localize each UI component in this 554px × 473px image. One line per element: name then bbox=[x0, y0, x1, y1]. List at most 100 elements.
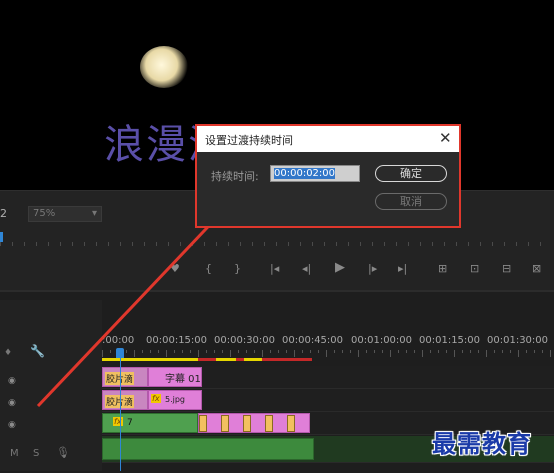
mark-in-icon[interactable]: { bbox=[205, 262, 212, 275]
go-to-out-icon[interactable]: ▸| bbox=[398, 262, 407, 275]
audio-clip[interactable] bbox=[102, 438, 314, 460]
ruler-tick bbox=[414, 350, 415, 353]
ruler-tick bbox=[60, 242, 61, 246]
comparison-view-icon[interactable]: ⊠ bbox=[532, 262, 541, 275]
title-clip[interactable]: 字幕 01 bbox=[148, 367, 202, 387]
video-clip-label: 7 bbox=[127, 418, 133, 428]
eye-icon[interactable]: ◉ bbox=[8, 420, 16, 430]
ruler-tick bbox=[348, 242, 349, 246]
transition-marker[interactable] bbox=[243, 415, 251, 432]
ruler-tick bbox=[398, 350, 399, 353]
ruler-tick bbox=[126, 350, 127, 353]
ruler-tick bbox=[262, 350, 263, 357]
ruler-tick bbox=[478, 350, 479, 353]
step-back-icon[interactable]: ◂| bbox=[302, 262, 311, 275]
close-icon[interactable]: ✕ bbox=[439, 129, 452, 147]
transition-clip[interactable]: 胶片滴 bbox=[102, 390, 148, 410]
eye-icon[interactable]: ◉ bbox=[8, 376, 16, 386]
ok-button[interactable]: 确定 bbox=[375, 165, 447, 182]
transition-duration-dialog: 设置过渡持续时间 ✕ 持续时间: 00:00:02:00 确定 取消 bbox=[195, 124, 461, 228]
ruler-label: :00:00 bbox=[102, 335, 135, 346]
ruler-tick bbox=[12, 242, 13, 246]
duration-label: 持续时间: bbox=[211, 170, 259, 183]
ruler-tick bbox=[24, 242, 25, 246]
mark-out-icon[interactable]: } bbox=[234, 262, 241, 275]
ruler-tick bbox=[192, 242, 193, 246]
ruler-tick bbox=[444, 242, 445, 246]
ruler-tick bbox=[382, 350, 383, 353]
ruler-tick bbox=[336, 242, 337, 246]
ruler-tick bbox=[310, 350, 311, 353]
play-icon[interactable]: ▶ bbox=[335, 260, 345, 275]
ruler-tick bbox=[432, 242, 433, 246]
ruler-tick bbox=[492, 242, 493, 246]
ruler-tick bbox=[102, 350, 103, 357]
video-clip[interactable]: fx 7 bbox=[102, 413, 198, 433]
chevron-down-icon: ▾ bbox=[91, 208, 97, 219]
ruler-tick bbox=[324, 242, 325, 246]
ruler-tick bbox=[462, 350, 463, 353]
wrench-icon[interactable]: 🔧 bbox=[30, 344, 45, 358]
ruler-tick bbox=[468, 242, 469, 246]
export-frame-icon[interactable]: ⊟ bbox=[502, 262, 511, 275]
transition-marker[interactable] bbox=[221, 415, 229, 432]
image-clip[interactable]: fx 5.jpg bbox=[148, 390, 202, 410]
ruler-tick bbox=[486, 350, 487, 357]
ruler-tick bbox=[366, 350, 367, 353]
cancel-button[interactable]: 取消 bbox=[375, 193, 447, 210]
go-to-in-icon[interactable]: |◂ bbox=[270, 262, 279, 275]
step-forward-icon[interactable]: |▸ bbox=[368, 262, 377, 275]
playhead-handle[interactable] bbox=[116, 348, 124, 358]
lift-icon[interactable]: ⊞ bbox=[438, 262, 447, 275]
ruler-tick bbox=[494, 350, 495, 353]
ruler-tick bbox=[120, 242, 121, 246]
ruler-tick bbox=[204, 242, 205, 246]
transition-marker[interactable] bbox=[265, 415, 273, 432]
transition-clip[interactable]: 胶片滴 bbox=[102, 367, 148, 387]
ruler-tick bbox=[0, 242, 1, 246]
ruler-tick bbox=[312, 242, 313, 246]
ruler-tick bbox=[252, 242, 253, 246]
transition-marker[interactable] bbox=[199, 415, 207, 432]
ruler-tick bbox=[516, 242, 517, 246]
transition-marker[interactable] bbox=[287, 415, 295, 432]
ruler-tick bbox=[390, 350, 391, 357]
duration-input[interactable]: 00:00:02:00 bbox=[270, 165, 360, 182]
render-bar-segment bbox=[262, 358, 312, 361]
ruler-tick bbox=[276, 242, 277, 246]
monitor-playhead[interactable] bbox=[0, 232, 3, 242]
monitor-timecode[interactable]: 2 bbox=[0, 207, 7, 220]
dialog-title: 设置过渡持续时间 bbox=[205, 134, 293, 147]
ruler-tick bbox=[318, 350, 319, 353]
ruler-tick bbox=[182, 350, 183, 353]
ruler-tick bbox=[216, 242, 217, 246]
ruler-tick bbox=[540, 242, 541, 246]
mute-track-button[interactable]: M bbox=[10, 448, 19, 459]
zoom-level-select[interactable]: 75% ▾ bbox=[28, 206, 102, 222]
ruler-tick bbox=[454, 350, 455, 357]
ruler-tick bbox=[358, 350, 359, 357]
ruler-tick bbox=[108, 242, 109, 246]
extract-icon[interactable]: ⊡ bbox=[470, 262, 479, 275]
ruler-tick bbox=[528, 242, 529, 246]
ruler-tick bbox=[456, 242, 457, 246]
eye-icon[interactable]: ◉ bbox=[8, 398, 16, 408]
image-sequence-clip[interactable] bbox=[198, 413, 310, 433]
ruler-tick bbox=[326, 350, 327, 357]
duration-value: 00:00:02:00 bbox=[274, 168, 336, 179]
add-marker-icon[interactable]: ♥ bbox=[170, 262, 180, 275]
ruler-tick bbox=[230, 350, 231, 357]
ruler-tick bbox=[446, 350, 447, 353]
linked-selection-icon[interactable]: ♦ bbox=[4, 348, 12, 358]
ruler-tick bbox=[374, 350, 375, 353]
ruler-tick bbox=[240, 242, 241, 246]
ruler-tick bbox=[342, 350, 343, 353]
ruler-label: 00:00:30:00 bbox=[214, 335, 276, 346]
monitor-mini-ruler[interactable] bbox=[0, 232, 554, 246]
microphone-icon[interactable]: 🎙 bbox=[56, 446, 70, 459]
ruler-tick bbox=[142, 350, 143, 353]
ruler-tick bbox=[270, 350, 271, 353]
solo-track-button[interactable]: S bbox=[33, 448, 39, 459]
ruler-tick bbox=[174, 350, 175, 353]
track-headers: ♦ 🔧 ◉ ◉ ◉ M S 🎙 bbox=[0, 300, 102, 471]
